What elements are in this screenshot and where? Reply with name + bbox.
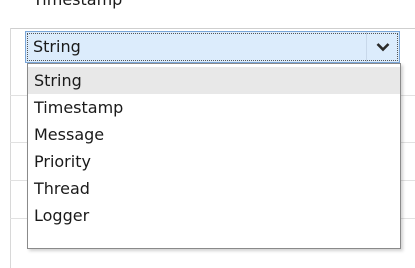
field-type-editor: Timestamp String String Timestamp Messag… xyxy=(0,0,415,268)
dropdown-option-string[interactable]: String xyxy=(28,67,400,94)
column-header: Timestamp xyxy=(0,0,415,28)
dropdown-option-logger[interactable]: Logger xyxy=(28,202,400,229)
dropdown-option-priority[interactable]: Priority xyxy=(28,148,400,175)
column-header-label: Timestamp xyxy=(33,0,122,9)
dropdown-option-thread[interactable]: Thread xyxy=(28,175,400,202)
type-combobox[interactable]: String xyxy=(25,31,400,63)
chevron-down-icon xyxy=(376,43,390,52)
combobox-selected-value: String xyxy=(33,37,81,56)
table-top-border xyxy=(10,28,415,29)
dropdown-toggle-button[interactable] xyxy=(366,32,399,62)
dropdown-option-message[interactable]: Message xyxy=(28,121,400,148)
table-left-border xyxy=(10,28,11,268)
dropdown-list: String Timestamp Message Priority Thread… xyxy=(27,63,401,249)
dropdown-option-timestamp[interactable]: Timestamp xyxy=(28,94,400,121)
